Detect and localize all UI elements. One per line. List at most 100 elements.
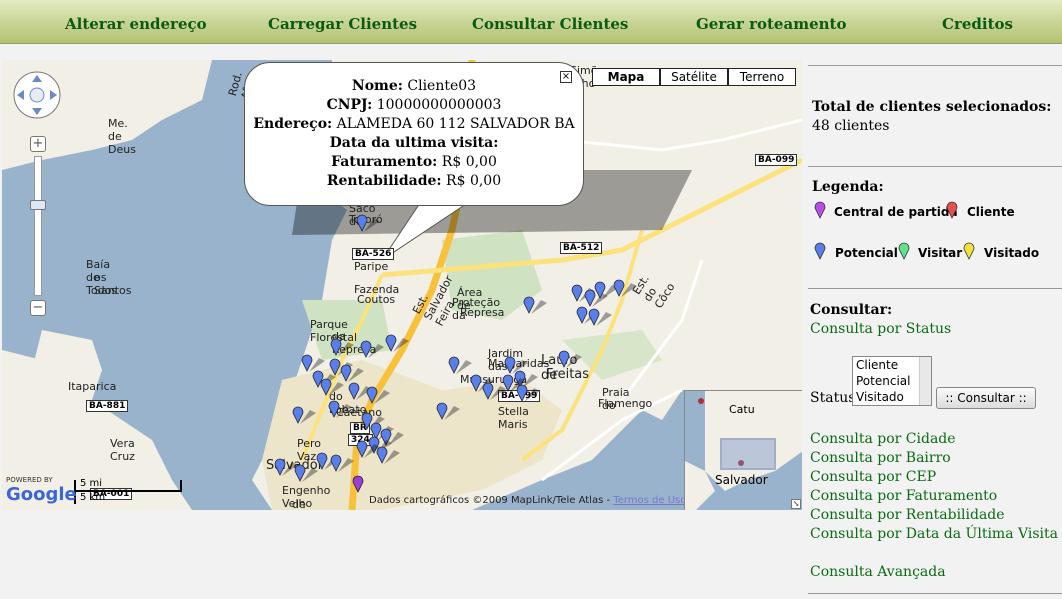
- consulta-ultima-visita-link[interactable]: Consulta por Data da Última Visita: [810, 526, 1058, 542]
- consulta-bairro-link[interactable]: Consulta por Bairro: [810, 450, 951, 466]
- status-listbox[interactable]: Cliente Potencial Visitado: [852, 356, 932, 406]
- overview-viewport[interactable]: [720, 438, 776, 470]
- sidebar: Total de clientes selecionados: 48 clien…: [808, 60, 1062, 599]
- marker-potencial-icon[interactable]: [356, 213, 382, 233]
- zoom-out-button[interactable]: −: [30, 300, 46, 316]
- scale-bar: 5 mi 5 km: [74, 478, 182, 504]
- label-stella: Stella Maris: [498, 405, 529, 431]
- google-logo[interactable]: Google: [6, 484, 77, 505]
- marker-potencial-icon[interactable]: [558, 349, 584, 369]
- label-fazenda-2: Coutos: [357, 293, 396, 306]
- legend-cliente: Cliente: [967, 205, 1015, 219]
- marker-potencial-icon[interactable]: [436, 401, 462, 421]
- legend-central: Central de partida: [834, 205, 958, 219]
- consulta-cep-link[interactable]: Consulta por CEP: [810, 469, 936, 485]
- divider: [808, 288, 1062, 289]
- marker-potencial-icon[interactable]: [516, 383, 542, 403]
- label-praia-2: Flamengo: [598, 397, 653, 410]
- shield-ba512: BA-512: [560, 242, 603, 254]
- legend-visitado: Visitado: [984, 246, 1040, 260]
- info-cnpj-label: CNPJ:: [326, 97, 373, 113]
- maptype-mapa-button[interactable]: Mapa: [592, 68, 660, 86]
- consulta-status-link[interactable]: Consulta por Status: [810, 321, 951, 337]
- info-ultima-visita-label: Data da ultima visita:: [329, 135, 499, 151]
- info-endereco-label: Endereço:: [253, 116, 333, 132]
- overview-label-catu: Catu: [729, 403, 755, 416]
- nav-gerar-roteamento[interactable]: Gerar roteamento: [696, 15, 846, 33]
- label-paripe: Paripe: [354, 260, 389, 273]
- consulta-faturamento-link[interactable]: Consulta por Faturamento: [810, 488, 997, 504]
- marker-potencial-icon[interactable]: [366, 385, 392, 405]
- nav-creditos[interactable]: Creditos: [942, 15, 1013, 33]
- divider: [808, 65, 1062, 66]
- info-nome-value: Cliente03: [407, 78, 477, 94]
- maptype-terreno-button[interactable]: Terreno: [728, 68, 796, 86]
- marker-potencial-icon[interactable]: [320, 377, 346, 397]
- marker-potencial-icon[interactable]: [385, 333, 411, 353]
- marker-potencial-icon[interactable]: [330, 337, 356, 357]
- nav-carregar-clientes[interactable]: Carregar Clientes: [268, 15, 417, 33]
- marker-potencial-icon[interactable]: [330, 453, 356, 473]
- shield-ba881: BA-881: [86, 400, 129, 412]
- scale-km: 5 km: [80, 492, 106, 503]
- shield-ba526: BA-526: [352, 248, 395, 260]
- label-me-de-deus: Me. de Deus: [108, 117, 136, 156]
- pin-central-icon: [814, 201, 826, 219]
- marker-potencial-icon[interactable]: [328, 399, 354, 419]
- shield-ba099a: BA-099: [755, 154, 798, 166]
- consultar-title: Consultar:: [810, 302, 893, 318]
- label-itaparica: Itaparica: [68, 380, 117, 393]
- info-endereco-value: ALAMEDA 60 112 SALVADOR BA: [336, 116, 575, 132]
- pin-visitar-icon: [898, 242, 910, 260]
- zoom-slider[interactable]: [34, 156, 42, 296]
- info-faturamento-value: R$ 0,00: [441, 154, 497, 170]
- total-value: 48 clientes: [812, 118, 890, 134]
- top-nav: Alterar endereço Carregar Clientes Consu…: [0, 0, 1062, 44]
- terms-link[interactable]: Termos de Uso: [613, 495, 686, 506]
- marker-potencial-icon[interactable]: [292, 405, 318, 425]
- label-brotas-2: de Brotas: [292, 498, 306, 510]
- close-icon[interactable]: ×: [560, 71, 572, 83]
- marker-potencial-icon[interactable]: [523, 295, 549, 315]
- consulta-avancada-link[interactable]: Consulta Avançada: [810, 564, 946, 580]
- marker-potencial-icon[interactable]: [360, 339, 386, 359]
- info-nome-label: Nome:: [351, 78, 403, 94]
- label-vera-cruz: Vera Cruz: [110, 437, 135, 463]
- info-faturamento-label: Faturamento:: [331, 154, 438, 170]
- pan-control[interactable]: [12, 70, 62, 120]
- nav-alterar-endereco[interactable]: Alterar endereço: [65, 15, 207, 33]
- marker-potencial-icon[interactable]: [448, 355, 474, 375]
- maptype-satelite-button[interactable]: Satélite: [660, 68, 728, 86]
- overview-map[interactable]: Catu Salvador ↘: [684, 390, 802, 510]
- legend-title: Legenda:: [812, 179, 884, 195]
- overview-label-salvador: Salvador: [715, 473, 768, 487]
- pin-visitado-icon: [963, 242, 975, 260]
- marker-potencial-icon[interactable]: [588, 307, 614, 327]
- info-rentabilidade-label: Rentabilidade:: [326, 173, 442, 189]
- info-window: Nome: Cliente03 CNPJ: 10000000000003 End…: [244, 62, 584, 206]
- marker-potencial-icon[interactable]: [294, 463, 320, 483]
- listbox-scrollbar[interactable]: [919, 357, 931, 405]
- nav-consultar-clientes[interactable]: Consultar Clientes: [472, 15, 628, 33]
- marker-potencial-icon[interactable]: [613, 278, 639, 298]
- marker-potencial-icon[interactable]: [376, 445, 402, 465]
- info-rentabilidade-value: R$ 0,00: [446, 173, 502, 189]
- legend-potencial: Potencial: [835, 246, 898, 260]
- label-baia-2: os Santos: [94, 271, 132, 297]
- divider: [808, 593, 1062, 594]
- legend-visitar: Visitar: [918, 246, 963, 260]
- consulta-rentabilidade-link[interactable]: Consulta por Rentabilidade: [810, 507, 1005, 523]
- map-canvas[interactable]: Me. de Deus Baía de Todos os Santos Itap…: [2, 60, 802, 510]
- label-lauro-2: Freitas: [546, 367, 590, 382]
- label-area-3: Represa: [460, 306, 505, 319]
- zoom-in-button[interactable]: +: [30, 136, 46, 152]
- zoom-slider-handle[interactable]: [30, 200, 46, 210]
- consulta-cidade-link[interactable]: Consulta por Cidade: [810, 431, 956, 447]
- overview-toggle-icon[interactable]: ↘: [791, 499, 801, 509]
- pin-potencial-icon: [814, 242, 826, 260]
- pin-cliente-icon: [946, 201, 958, 219]
- map-attribution: Dados cartográficos ©2009 MapLink/Tele A…: [369, 495, 611, 506]
- marker-central-icon[interactable]: [352, 474, 378, 494]
- consultar-button[interactable]: :: Consultar ::: [936, 387, 1036, 409]
- powered-by: POWERED BY: [6, 476, 53, 484]
